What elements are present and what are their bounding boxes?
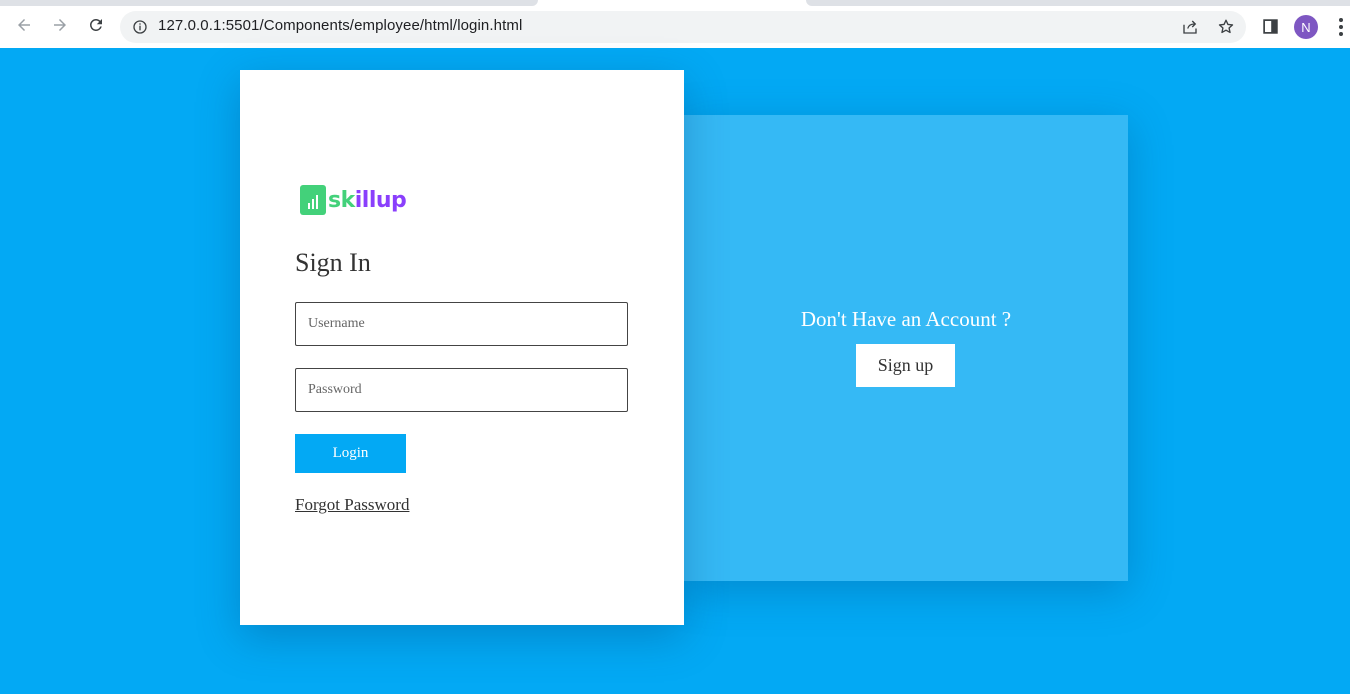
tab-strip bbox=[0, 0, 538, 6]
signup-panel: Don't Have an Account ? Sign up bbox=[684, 115, 1128, 581]
site-info-icon[interactable] bbox=[132, 19, 148, 35]
signup-prompt: Don't Have an Account ? bbox=[800, 307, 1012, 331]
skillup-logo: skillup bbox=[300, 184, 407, 216]
page-title: Sign In bbox=[295, 248, 371, 277]
logo-wordmark: skillup bbox=[328, 187, 407, 213]
chart-bars-icon bbox=[300, 185, 326, 215]
bookmark-star-icon[interactable] bbox=[1217, 18, 1235, 36]
address-bar[interactable]: 127.0.0.1:5501/Components/employee/html/… bbox=[120, 11, 1246, 43]
side-panel-icon[interactable] bbox=[1262, 18, 1279, 35]
reload-icon[interactable] bbox=[85, 14, 107, 36]
login-button[interactable]: Login bbox=[295, 434, 406, 473]
tab-strip bbox=[806, 0, 1350, 6]
forgot-password-link[interactable]: Forgot Password bbox=[295, 495, 409, 515]
username-input[interactable] bbox=[295, 302, 628, 346]
back-arrow-icon[interactable] bbox=[13, 14, 35, 36]
more-menu-icon[interactable] bbox=[1334, 17, 1348, 37]
url-text[interactable]: 127.0.0.1:5501/Components/employee/html/… bbox=[158, 17, 522, 34]
forward-arrow-icon[interactable] bbox=[49, 14, 71, 36]
login-card: skillup Sign In Login Forgot Password bbox=[240, 70, 684, 625]
profile-avatar[interactable]: N bbox=[1294, 15, 1318, 39]
password-input[interactable] bbox=[295, 368, 628, 412]
signup-button[interactable]: Sign up bbox=[856, 344, 955, 387]
browser-toolbar: 127.0.0.1:5501/Components/employee/html/… bbox=[0, 0, 1350, 48]
share-icon[interactable] bbox=[1181, 18, 1199, 36]
